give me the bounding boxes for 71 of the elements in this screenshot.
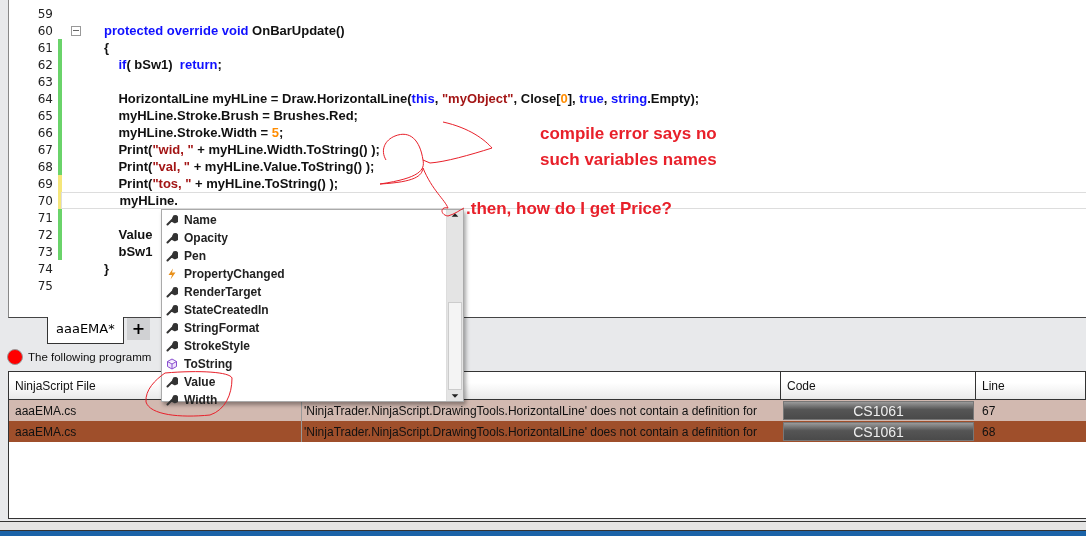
code-line: { <box>104 40 110 55</box>
completion-item[interactable]: StrokeStyle <box>162 337 446 355</box>
code-line: protected override void OnBarUpdate() <box>104 23 345 38</box>
scroll-thumb[interactable] <box>448 301 462 390</box>
error-icon <box>7 349 23 365</box>
line-number: 63 <box>36 74 53 89</box>
collapse-icon[interactable] <box>71 25 81 36</box>
code-line: myHLine. <box>118 193 178 208</box>
line-number: 70 <box>36 193 53 208</box>
add-tab-button[interactable]: + <box>126 318 151 340</box>
table-cell-text: aaaEMA.cs <box>14 402 78 420</box>
annotation-text: compile error says no <box>540 124 717 144</box>
code-line: myHLine.Stroke.Width = 5; <box>117 125 284 140</box>
line-number: 62 <box>36 57 53 72</box>
table-cell-text: 68 <box>981 423 997 441</box>
line-number: 72 <box>36 227 53 242</box>
wrench-icon <box>166 250 178 262</box>
line-number: 65 <box>36 108 53 123</box>
line-number: 68 <box>36 159 53 174</box>
wrench-icon <box>166 376 178 388</box>
wrench-icon <box>166 232 178 244</box>
code-line: Value <box>117 227 153 242</box>
horizontal-scrollbar[interactable] <box>0 521 1086 531</box>
code-line: Print("wid, " + myHLine.Width.ToString() ); <box>117 142 380 157</box>
completion-item[interactable]: RenderTarget <box>162 283 446 301</box>
line-number: 60 <box>36 23 53 38</box>
column-header[interactable]: Line <box>976 372 1086 399</box>
line-number: 73 <box>36 244 53 259</box>
completion-item[interactable]: PropertyChanged <box>162 265 446 283</box>
code-line: bSw1 <box>117 244 153 259</box>
line-number: 67 <box>36 142 53 157</box>
wrench-icon <box>166 304 178 316</box>
line-number: 74 <box>36 261 53 276</box>
code-line: HorizontalLine myHLine = Draw.HorizontalLine(this, "myObject", Close[0], true, string.Empty); <box>117 91 700 106</box>
completion-item[interactable]: StringFormat <box>162 319 446 337</box>
editor-tab[interactable]: aaaEMA* <box>47 317 124 344</box>
completion-item[interactable]: Opacity <box>162 229 446 247</box>
annotation-text: such variables names <box>540 150 717 170</box>
completion-item[interactable]: StateCreatedIn <box>162 301 446 319</box>
wrench-icon <box>166 394 178 406</box>
line-number: 71 <box>36 210 53 225</box>
wrench-icon <box>166 322 178 334</box>
wrench-icon <box>166 286 178 298</box>
completion-item[interactable]: Name <box>162 211 446 229</box>
completion-item[interactable]: ToString <box>162 355 446 373</box>
code-line: } <box>104 261 110 276</box>
code-line: Print("val, " + myHLine.Value.ToString() ); <box>117 159 375 174</box>
error-code: CS1061 <box>783 401 974 420</box>
line-number: 61 <box>36 40 53 55</box>
table-cell-text: aaaEMA.cs <box>14 423 78 441</box>
scrollbar[interactable] <box>446 210 463 401</box>
wrench-icon <box>166 340 178 352</box>
line-number: 64 <box>36 91 53 106</box>
error-code: CS1061 <box>783 422 974 441</box>
completion-item[interactable]: Pen <box>162 247 446 265</box>
annotation-text: .then, how do I get Price? <box>466 199 672 219</box>
line-number: 59 <box>36 6 53 21</box>
code-line: Print("tos, " + myHLine.ToString() ); <box>117 176 339 191</box>
cube-icon <box>166 358 178 370</box>
line-number: 66 <box>36 125 53 140</box>
lightning-icon <box>166 268 178 280</box>
line-number: 75 <box>36 278 53 293</box>
column-header[interactable]: Code <box>781 372 976 399</box>
table-row[interactable]: aaaEMA.cs 'NinjaTrader.NinjaScript.DrawingTools.HorizontalLine' does not contain a definition for CS1061 68 <box>9 421 1086 442</box>
wrench-icon <box>166 214 178 226</box>
code-line: myHLine.Stroke.Brush = Brushes.Red; <box>117 108 358 123</box>
table-cell-text: 67 <box>981 402 997 420</box>
table-cell: 'NinjaTrader.NinjaScript.DrawingTools.HorizontalLine' does not contain a definition for <box>301 421 781 442</box>
code-line: if( bSw1) return; <box>117 57 222 72</box>
status-text: The following programm <box>28 351 152 363</box>
line-number: 69 <box>36 176 53 191</box>
